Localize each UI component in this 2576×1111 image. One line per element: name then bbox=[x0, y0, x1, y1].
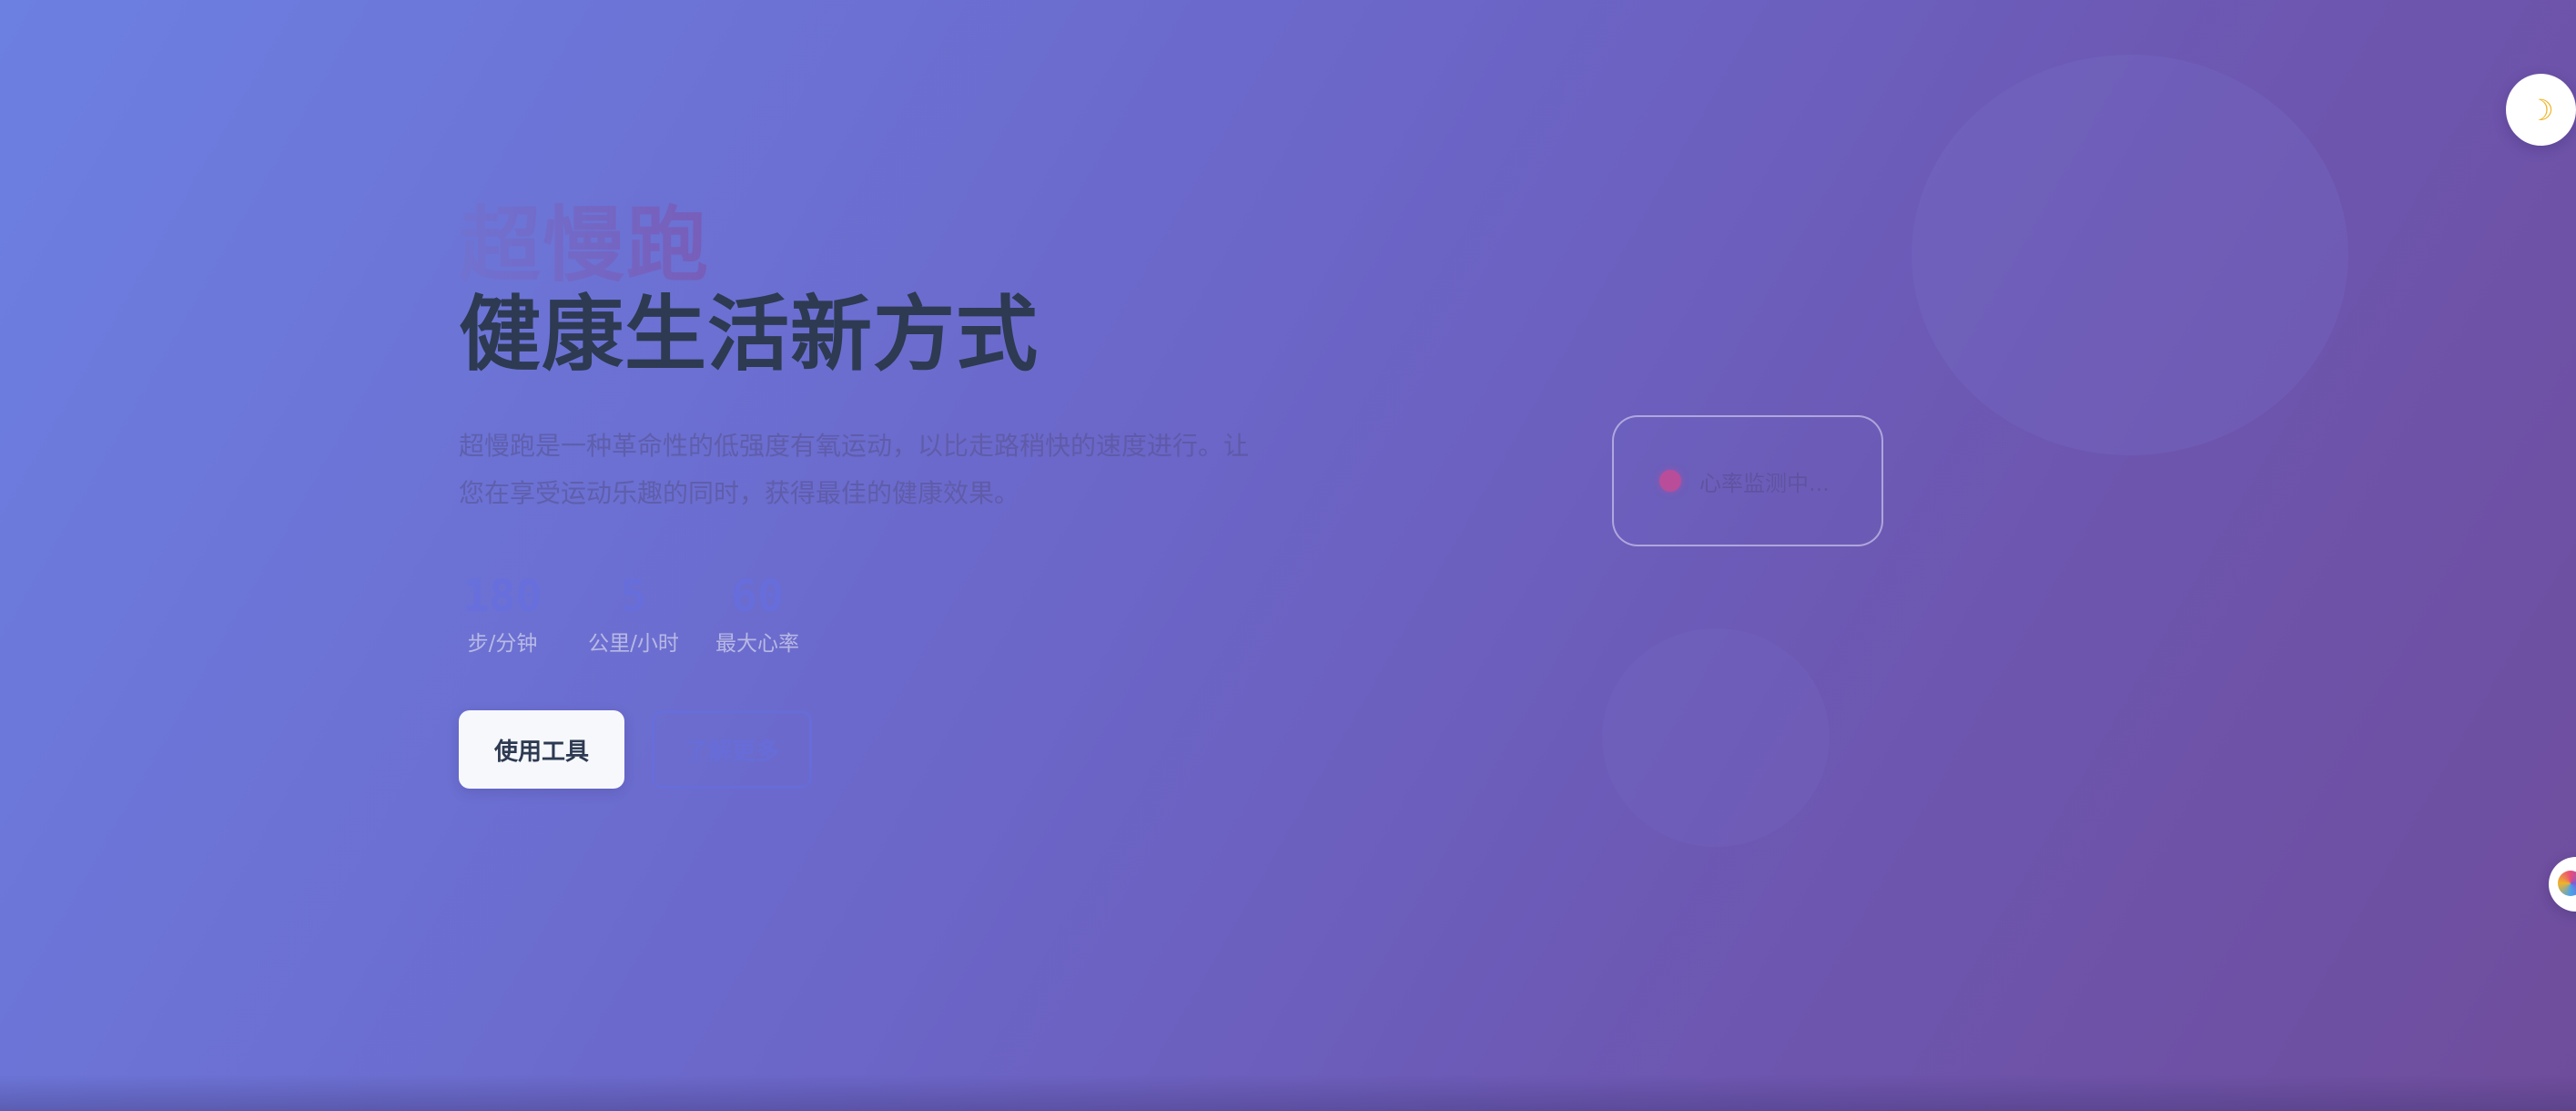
stats-row: 180 步/分钟 5 公里/小时 60 最大心率 bbox=[459, 572, 1296, 657]
stat-value: 5 bbox=[620, 571, 647, 622]
hero-section: 超慢跑 健康生活新方式 超慢跑是一种革命性的低强度有氧运动，以比走路稍快的速度进… bbox=[0, 0, 2576, 1111]
learn-more-button[interactable]: 了解更多 bbox=[652, 710, 812, 789]
pulse-indicator-icon bbox=[1659, 470, 1681, 492]
stat-label: 步/分钟 bbox=[467, 632, 538, 656]
hero-content: 超慢跑 健康生活新方式 超慢跑是一种革命性的低强度有氧运动，以比走路稍快的速度进… bbox=[459, 200, 1296, 789]
monitor-status-text: 心率监测中... bbox=[1699, 470, 1830, 496]
stat-label: 公里/小时 bbox=[588, 632, 679, 656]
use-tools-button[interactable]: 使用工具 bbox=[459, 710, 624, 789]
globe-icon bbox=[2558, 871, 2576, 896]
theme-toggle-button[interactable]: ☽ bbox=[2506, 74, 2576, 146]
stat-value: 180 bbox=[462, 571, 543, 622]
side-floating-button[interactable] bbox=[2549, 857, 2576, 912]
stat-label: 最大心率 bbox=[715, 632, 799, 656]
stat-speed: 5 公里/小时 bbox=[584, 572, 683, 657]
heart-rate-monitor-card: 心率监测中... bbox=[1612, 415, 1883, 546]
stat-cadence: 180 步/分钟 bbox=[459, 572, 546, 657]
hero-subtitle: 健康生活新方式 bbox=[459, 287, 1039, 382]
hero-description: 超慢跑是一种革命性的低强度有氧运动，以比走路稍快的速度进行。让您在享受运动乐趣的… bbox=[459, 431, 1250, 508]
cta-buttons: 使用工具 了解更多 bbox=[459, 710, 1296, 789]
stat-value: 60 bbox=[731, 571, 784, 622]
decorative-circle-large bbox=[1912, 55, 2348, 455]
moon-icon: ☽ bbox=[2528, 93, 2554, 127]
stat-heart-rate: 60 最大心率 bbox=[710, 572, 805, 657]
decorative-circle-small bbox=[1602, 628, 1830, 847]
hero-title: 超慢跑 bbox=[459, 200, 1296, 291]
